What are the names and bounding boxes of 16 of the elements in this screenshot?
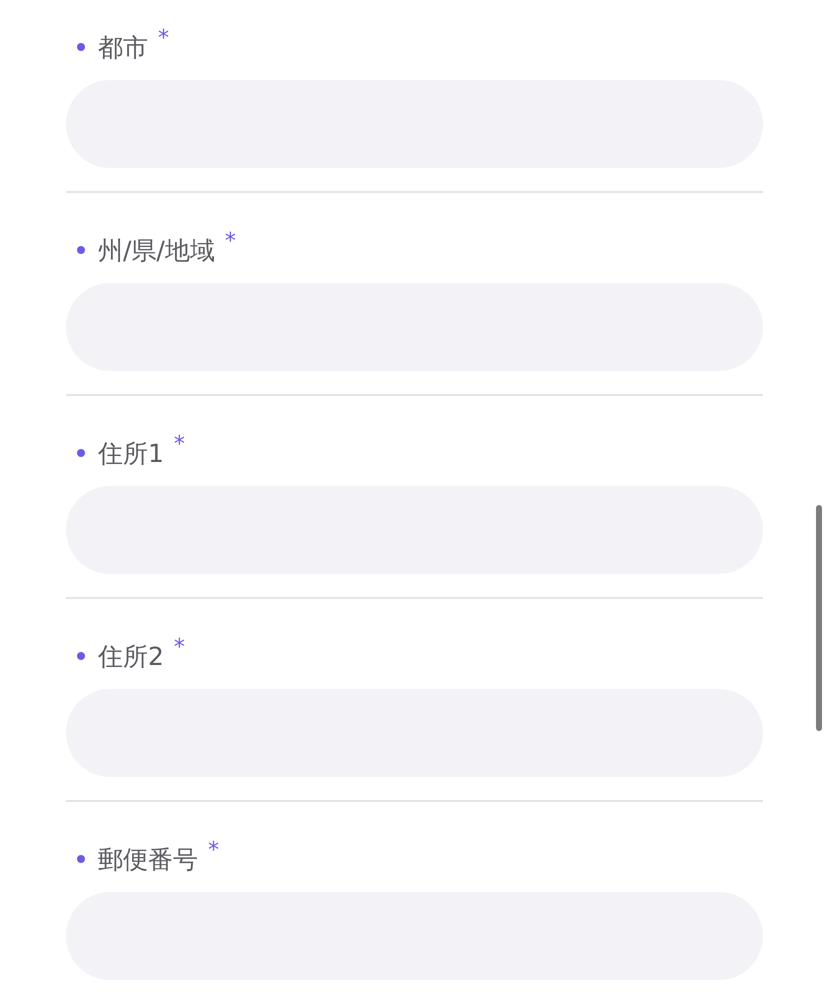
required-mark: * xyxy=(208,840,219,862)
field-label: 住所1 xyxy=(98,438,164,470)
required-mark: * xyxy=(174,434,185,456)
bullet-icon xyxy=(77,449,85,457)
bullet-icon xyxy=(77,855,85,863)
field-label: 州/県/地域 xyxy=(98,234,215,266)
field-label: 都市 xyxy=(98,32,148,64)
bullet-icon xyxy=(77,43,85,51)
scrollbar[interactable] xyxy=(816,505,822,731)
field-label: 郵便番号 xyxy=(98,844,198,876)
required-mark: * xyxy=(158,28,169,50)
field-label: 住所2 xyxy=(98,640,164,672)
required-mark: * xyxy=(174,637,185,659)
bullet-icon xyxy=(77,246,85,254)
bullet-icon xyxy=(77,652,85,660)
required-mark: * xyxy=(224,231,236,253)
